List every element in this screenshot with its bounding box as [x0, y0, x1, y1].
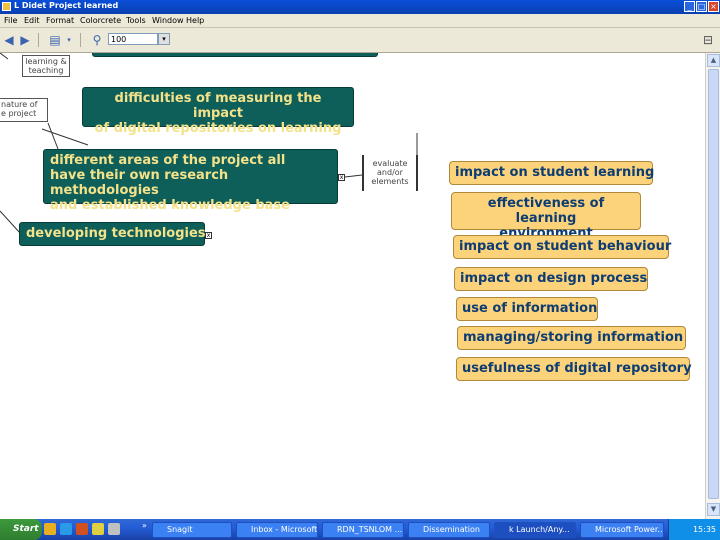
evaluate-node[interactable]: evaluate and/or elements [362, 155, 418, 191]
back-arrow-icon[interactable]: ◀ [2, 33, 16, 47]
menu-window[interactable]: Window [152, 14, 184, 27]
taskbar-item-dissemination[interactable]: Dissemination [408, 522, 490, 538]
toolbar-separator [38, 33, 39, 47]
outcome-node[interactable]: impact on student behaviour [453, 235, 671, 259]
partial-top-node[interactable] [92, 53, 378, 57]
vertical-scrollbar[interactable]: ▲ ▼ [705, 53, 720, 519]
maximize-button[interactable]: □ [696, 1, 707, 12]
taskbar-item-launch[interactable]: k Launch/Any... [494, 522, 576, 538]
zoom-icon[interactable]: ⚲ [90, 33, 104, 47]
view-options-icon[interactable]: ▤ [48, 33, 62, 47]
scrollbar-thumb[interactable] [708, 69, 719, 499]
minimize-button[interactable]: _ [684, 1, 695, 12]
app-icon [2, 2, 11, 11]
taskbar-item-snagit[interactable]: Snagit [152, 522, 232, 538]
learning-teaching-node[interactable]: learning & teaching [22, 55, 70, 77]
scroll-up-icon[interactable]: ▲ [707, 54, 720, 67]
scroll-down-icon[interactable]: ▼ [707, 503, 720, 516]
expand-toggle-icon[interactable]: x [205, 232, 212, 239]
menu-edit[interactable]: Edit [24, 14, 40, 27]
zoom-input[interactable]: 100 [108, 33, 158, 45]
forward-arrow-icon[interactable]: ▶ [18, 33, 32, 47]
taskbar-item-rdn[interactable]: RDN_TSNLOM ... [322, 522, 404, 538]
outcome-node[interactable]: impact on student learning [449, 161, 654, 185]
quick-launch-mail-icon[interactable] [92, 523, 104, 535]
close-button[interactable]: × [708, 1, 719, 12]
window-title: L Didet Project learned [14, 1, 119, 10]
menu-format[interactable]: Format [46, 14, 74, 27]
menu-colorcrete[interactable]: Colorcrete [80, 14, 121, 27]
different-areas-node[interactable]: different areas of the project all have … [43, 149, 338, 213]
zoom-dropdown-button[interactable]: ▾ [158, 33, 170, 45]
start-button[interactable]: Start [0, 519, 42, 540]
menu-help[interactable]: Help [186, 14, 204, 27]
concept-map-canvas[interactable]: learning & teaching nature of e project … [0, 53, 705, 519]
quick-launch-folder-icon[interactable] [44, 523, 56, 535]
quick-launch-chevron[interactable]: » [142, 521, 147, 530]
outcome-node[interactable]: managing/storing information [457, 326, 686, 350]
quick-launch-desktop-icon[interactable] [108, 523, 120, 535]
view-dropdown-icon[interactable]: ▾ [62, 33, 76, 47]
developing-technologies-node[interactable]: developing technologies [19, 222, 206, 246]
quick-launch-browser-icon[interactable] [60, 523, 72, 535]
nature-of-project-node[interactable]: nature of e project [0, 98, 48, 122]
taskbar-item-inbox[interactable]: Inbox - Microsoft ... [236, 522, 318, 538]
outcome-node[interactable]: usefulness of digital repository [456, 357, 692, 381]
outcome-node[interactable]: impact on design process [454, 267, 648, 291]
toolbar-separator [80, 33, 81, 47]
expand-toggle-icon[interactable]: x [338, 174, 345, 181]
outcome-node[interactable]: effectiveness of learning environment [451, 192, 641, 241]
menu-tools[interactable]: Tools [126, 14, 146, 27]
difficulties-node[interactable]: difficulties of measuring the impact of … [82, 87, 354, 136]
panel-toggle-icon[interactable]: ⊟ [701, 33, 715, 47]
menu-file[interactable]: File [4, 14, 17, 27]
outcome-node[interactable]: use of information [456, 297, 598, 321]
taskbar-item-powerpoint[interactable]: Microsoft Power... [580, 522, 664, 538]
quick-launch-app-icon[interactable] [76, 523, 88, 535]
system-tray-clock: 15:35 [668, 519, 720, 540]
